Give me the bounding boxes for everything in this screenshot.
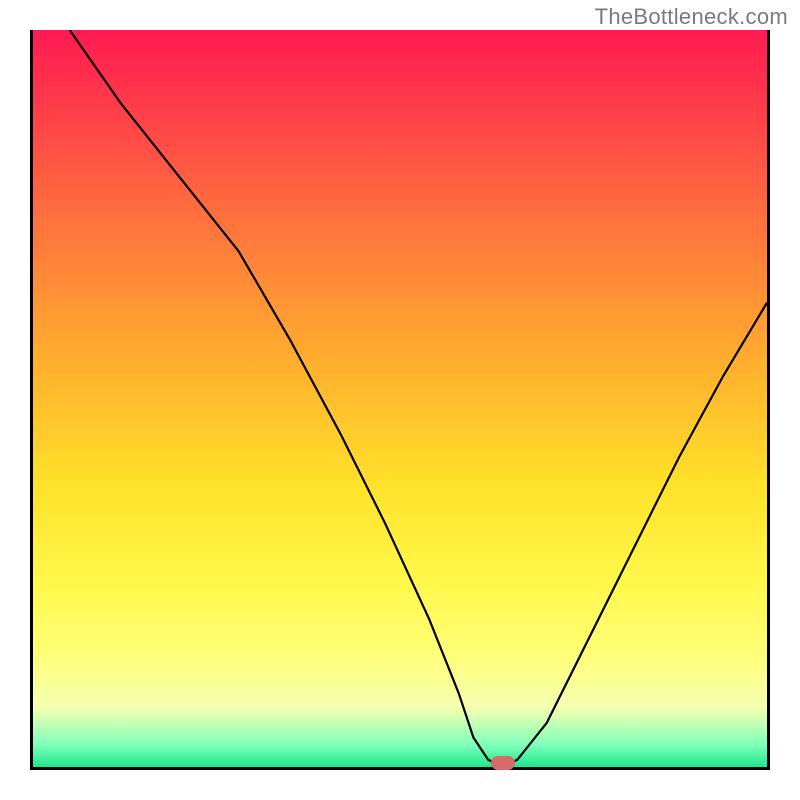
optimal-point-marker: [491, 756, 515, 770]
curve-layer: [33, 30, 767, 767]
attribution-text: TheBottleneck.com: [595, 4, 788, 30]
bottleneck-chart: TheBottleneck.com: [0, 0, 800, 800]
bottleneck-curve-path: [70, 30, 767, 767]
plot-area: [30, 30, 770, 770]
